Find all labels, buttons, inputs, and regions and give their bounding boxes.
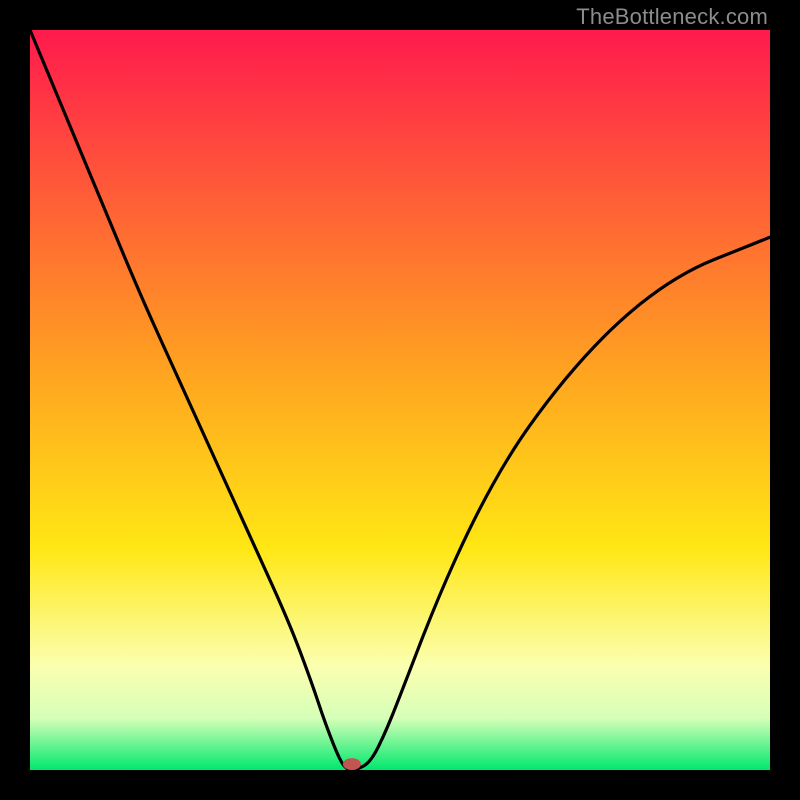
optimum-marker: [343, 758, 361, 770]
gradient-background: [30, 30, 770, 770]
chart-frame: TheBottleneck.com: [0, 0, 800, 800]
chart-svg: [30, 30, 770, 770]
watermark-text: TheBottleneck.com: [576, 4, 768, 30]
plot-area: [30, 30, 770, 770]
